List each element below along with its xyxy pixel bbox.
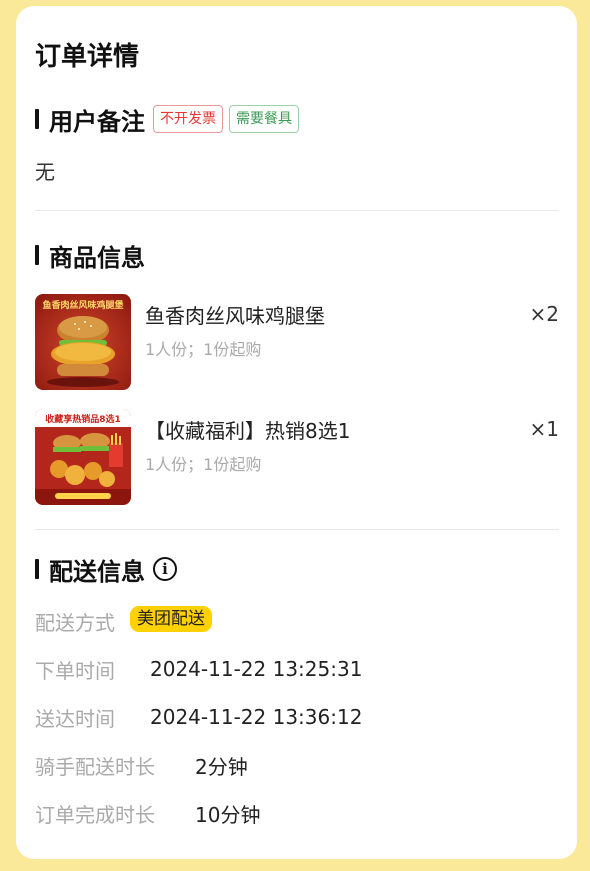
product-item[interactable]: 收藏享热销品8选1 【收藏福利】热销8选1 1人份；1份起购 ×1 [35,409,559,505]
divider [35,210,559,211]
order-time-value: 2024-11-22 13:25:31 [150,657,363,681]
rider-duration-row: 骑手配送时长 2分钟 [35,750,248,780]
product-image-text: 鱼香肉丝风味鸡腿堡 [42,299,123,311]
no-invoice-tag: 不开发票 [153,105,223,133]
product-item[interactable]: 鱼香肉丝风味鸡腿堡 鱼香肉丝风味鸡腿堡 1人份；1份起购 ×2 [35,294,559,390]
order-complete-duration-value: 10分钟 [195,802,261,827]
product-name: 【收藏福利】热销8选1 [145,419,351,443]
divider [35,529,559,530]
info-circle-icon[interactable]: i [153,557,177,581]
section-bar [35,109,39,129]
section-bar [35,559,39,579]
delivered-time-label: 送达时间 [35,706,115,731]
product-desc: 1人份；1份起购 [145,455,262,474]
delivery-section-title: 配送信息 [49,557,145,586]
product-image-text: 收藏享热销品8选1 [45,413,121,425]
section-bar [35,245,39,265]
page-title: 订单详情 [35,42,140,72]
delivery-method-badge: 美团配送 [130,606,212,632]
product-quantity: ×1 [529,417,559,441]
order-detail-card: 订单详情 用户备注 不开发票 需要餐具 无 商品信息 鱼香肉丝风味鸡腿堡 鱼香肉… [16,6,577,859]
product-section-header: 商品信息 [35,240,145,272]
order-complete-duration-label: 订单完成时长 [35,802,155,827]
product-image-combo: 收藏享热销品8选1 [35,409,131,505]
delivery-section-header: 配送信息 i [35,554,177,586]
order-time-label: 下单时间 [35,658,115,683]
delivery-method-label: 配送方式 [35,610,115,635]
order-time-row: 下单时间 2024-11-22 13:25:31 [35,654,362,684]
delivered-time-row: 送达时间 2024-11-22 13:36:12 [35,702,362,732]
delivered-time-value: 2024-11-22 13:36:12 [150,705,363,729]
order-complete-duration-row: 订单完成时长 10分钟 [35,798,260,828]
delivery-method-row: 配送方式 [35,606,115,636]
product-name: 鱼香肉丝风味鸡腿堡 [145,304,325,328]
rider-duration-value: 2分钟 [195,754,248,779]
product-section-title: 商品信息 [49,243,145,272]
remark-section-title: 用户备注 [49,107,145,136]
product-image-burger: 鱼香肉丝风味鸡腿堡 [35,294,131,390]
rider-duration-label: 骑手配送时长 [35,754,155,779]
product-desc: 1人份；1份起购 [145,340,262,359]
need-utensils-tag: 需要餐具 [229,105,299,133]
remark-section-header: 用户备注 不开发票 需要餐具 [35,104,299,136]
remark-content: 无 [35,160,55,184]
product-quantity: ×2 [529,302,559,326]
